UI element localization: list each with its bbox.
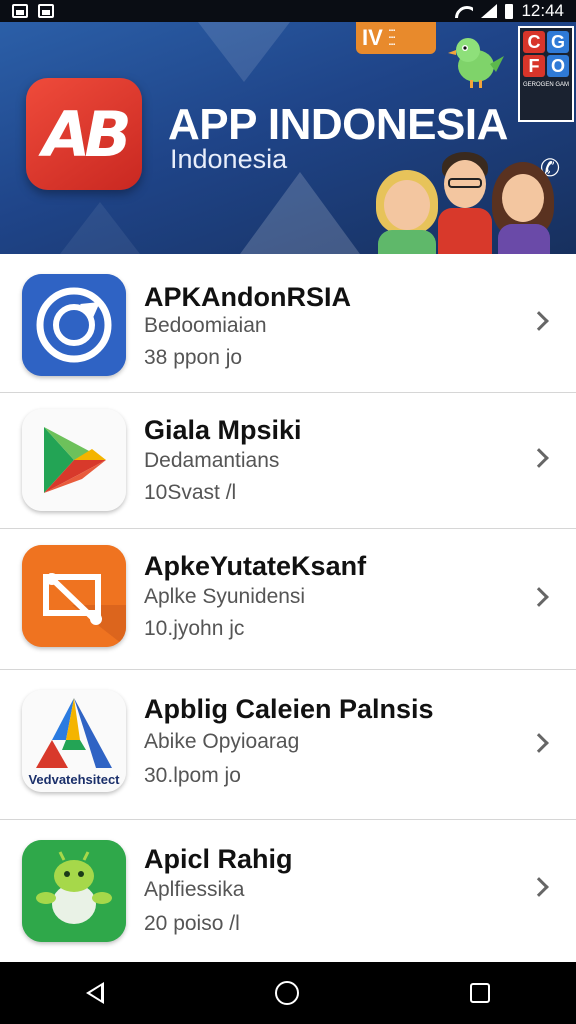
person-illustration-woman-blonde bbox=[372, 170, 442, 254]
banner-subtitle: Indonesia bbox=[170, 144, 288, 174]
app-subtitle: Bedoomiaian bbox=[144, 314, 267, 337]
app-logo-text: AB bbox=[42, 97, 131, 171]
list-item[interactable]: Giala Mpsiki Dedamantians 10Svast /l bbox=[0, 393, 576, 529]
app-subtitle: Aplke Syunidensi bbox=[144, 585, 306, 608]
tv-badge: IV ▪▪▪ ▪▪▪ ▪▪▪ bbox=[356, 22, 436, 54]
play-triangle-icon bbox=[22, 409, 126, 511]
banner-title: APP INDONESIA bbox=[168, 100, 508, 149]
app-subtitle: Dedamantians bbox=[144, 449, 280, 472]
app-logo: AB bbox=[26, 78, 142, 190]
app-subtitle: Aplfiessika bbox=[144, 878, 245, 901]
fo-letter: C bbox=[523, 31, 545, 53]
chevron-right-icon bbox=[529, 311, 549, 331]
header-banner: IV ▪▪▪ ▪▪▪ ▪▪▪ C G F O GEROGEN GAM AB APP … bbox=[0, 22, 576, 254]
back-icon[interactable] bbox=[85, 982, 104, 1004]
status-time: 12:44 bbox=[521, 1, 564, 20]
bird-mascot-icon bbox=[448, 38, 504, 88]
image-notification-icon bbox=[38, 4, 54, 18]
tv-badge-fineprint: ▪▪▪ ▪▪▪ ▪▪▪ bbox=[388, 27, 396, 48]
fo-letter: G bbox=[547, 31, 569, 53]
chevron-right-icon bbox=[529, 733, 549, 753]
fo-caption: GEROGEN GAM bbox=[522, 82, 569, 88]
wifi-icon bbox=[455, 4, 473, 18]
app-title: Giala Mpsiki bbox=[144, 415, 302, 445]
app-subtitle: Abike Opyioarag bbox=[144, 730, 300, 753]
fo-letter: F bbox=[523, 55, 545, 77]
orange-crop-tool-icon bbox=[22, 545, 126, 647]
app-meta: 10.jyohn jc bbox=[144, 617, 245, 640]
system-nav-bar bbox=[0, 962, 576, 1024]
person-illustration-woman-brunette bbox=[490, 162, 556, 254]
app-meta: 38 ppon jo bbox=[144, 346, 243, 369]
chevron-right-icon bbox=[529, 877, 549, 897]
person-illustration-man-glasses bbox=[436, 152, 494, 254]
app-meta: 20 poiso /l bbox=[144, 912, 240, 935]
decor-triangle bbox=[240, 172, 360, 254]
chevron-right-icon bbox=[529, 448, 549, 468]
fo-badge: C G F O GEROGEN GAM bbox=[518, 26, 574, 122]
decor-triangle bbox=[198, 22, 290, 82]
status-bar: 12:44 bbox=[0, 0, 576, 22]
app-title: Apblig Caleien Palnsis bbox=[144, 694, 434, 724]
app-meta: 30.lpom jo bbox=[144, 764, 241, 787]
home-icon[interactable] bbox=[274, 981, 299, 1005]
app-title: APKAndonRSIA bbox=[144, 282, 351, 312]
gallery-notification-icon bbox=[12, 4, 28, 18]
android-robot-icon bbox=[22, 840, 126, 942]
list-item[interactable]: ApkeYutateKsanf Aplke Syunidensi 10.jyoh… bbox=[0, 529, 576, 670]
app-title: ApkeYutateKsanf bbox=[144, 551, 367, 581]
list-item[interactable]: Apicl Rahig Aplfiessika 20 poiso /l bbox=[0, 820, 576, 962]
list-item[interactable]: Vedvatehsitect Apblig Caleien Palnsis Ab… bbox=[0, 670, 576, 820]
list-item[interactable]: APKAndonRSIA Bedoomiaian 38 ppon jo bbox=[0, 254, 576, 393]
triangle-a-logo-icon: Vedvatehsitect bbox=[22, 690, 126, 792]
battery-icon bbox=[505, 3, 514, 19]
app-meta: 10Svast /l bbox=[144, 481, 237, 504]
chevron-right-icon bbox=[529, 587, 549, 607]
tv-badge-label: IV bbox=[362, 25, 383, 50]
signal-icon bbox=[481, 4, 498, 18]
icon-caption: Vedvatehsitect bbox=[28, 772, 120, 787]
app-title: Apicl Rahig bbox=[144, 844, 293, 874]
fo-letter: O bbox=[547, 55, 569, 77]
decor-triangle bbox=[60, 202, 140, 254]
recent-apps-icon[interactable] bbox=[470, 983, 491, 1003]
blue-circular-arrow-icon bbox=[22, 274, 126, 376]
